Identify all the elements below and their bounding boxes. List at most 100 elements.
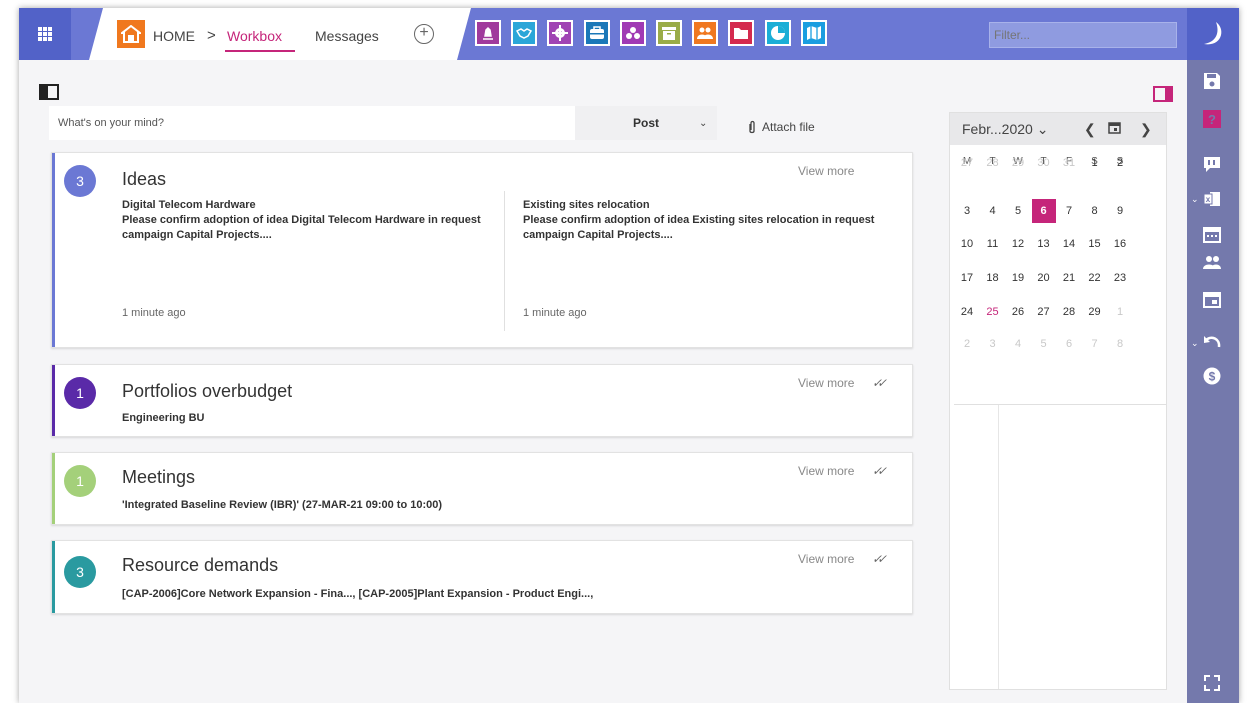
calendar-grid-icon[interactable]: [1201, 223, 1223, 245]
calendar-day[interactable]: 7: [1057, 199, 1081, 223]
home-link[interactable]: HOME: [153, 28, 195, 44]
calendar-day[interactable]: 8: [1108, 332, 1132, 356]
calendar-day[interactable]: 8: [1083, 199, 1107, 223]
excel-icon[interactable]: x: [1201, 188, 1223, 210]
calendar-day[interactable]: 3: [981, 332, 1005, 356]
calendar-day[interactable]: 6: [1057, 332, 1081, 356]
calendar-day[interactable]: 24: [955, 300, 979, 324]
calendar-day[interactable]: 16: [1108, 232, 1132, 256]
mark-read-icon[interactable]: ✓✓: [872, 464, 887, 478]
calendar-day[interactable]: 3: [955, 199, 979, 223]
pie-chart-icon[interactable]: [764, 20, 791, 46]
strategy-icon[interactable]: [475, 20, 501, 46]
calendar-day[interactable]: 17: [955, 266, 979, 290]
calendar-day[interactable]: 14: [1057, 232, 1081, 256]
view-more-link[interactable]: View more: [798, 376, 854, 390]
add-tab-button[interactable]: +: [414, 24, 434, 44]
calendar-day[interactable]: 20: [1032, 266, 1056, 290]
comments-icon[interactable]: [1201, 153, 1223, 175]
calendar-day[interactable]: 31: [1057, 151, 1081, 175]
calendar-day[interactable]: 28: [1057, 300, 1081, 324]
help-icon[interactable]: ?: [1201, 108, 1223, 130]
calendar-day[interactable]: 15: [1083, 232, 1107, 256]
calendar-day[interactable]: 6: [1031, 199, 1056, 223]
attach-file-button[interactable]: Attach file: [747, 120, 815, 134]
calendar-day[interactable]: 2: [955, 332, 979, 356]
prev-month-button[interactable]: ❮: [1084, 121, 1096, 138]
post-bar: Post ⌄: [49, 106, 717, 140]
calendar-day[interactable]: 11: [981, 232, 1005, 256]
briefcase-icon[interactable]: [583, 20, 610, 46]
tab-workbox[interactable]: Workbox: [227, 28, 282, 44]
calendar-day[interactable]: 9: [1108, 199, 1132, 223]
count-badge: 1: [64, 465, 96, 497]
view-more-link[interactable]: View more: [798, 552, 854, 566]
card-detail[interactable]: [CAP-2006]Core Network Expansion - Fina.…: [122, 588, 593, 600]
card-detail[interactable]: 'Integrated Baseline Review (IBR)' (27-M…: [122, 499, 442, 511]
folder-icon[interactable]: [728, 20, 755, 46]
idea-item[interactable]: Digital Telecom Hardware Please confirm …: [122, 198, 482, 243]
settings-icon[interactable]: [547, 20, 574, 46]
calendar-day[interactable]: 27: [955, 151, 979, 175]
calendar-day[interactable]: 22: [1083, 266, 1107, 290]
undo-icon[interactable]: [1201, 332, 1223, 354]
calendar-day[interactable]: 1: [1108, 300, 1132, 324]
calendar-day[interactable]: 1: [1083, 151, 1107, 175]
filter-input[interactable]: [989, 22, 1177, 48]
logo-icon[interactable]: [1187, 8, 1239, 60]
card-detail[interactable]: Engineering BU: [122, 412, 205, 424]
calendar-day[interactable]: 25: [981, 300, 1005, 324]
fullscreen-icon[interactable]: [1201, 672, 1223, 694]
tab-messages[interactable]: Messages: [315, 28, 379, 44]
chevron-down-icon[interactable]: ⌄: [699, 118, 707, 129]
handshake-icon[interactable]: [511, 20, 538, 46]
calendar-day[interactable]: 30: [1032, 151, 1056, 175]
toggle-right-panel-icon[interactable]: [1153, 86, 1173, 102]
calendar-day[interactable]: 27: [1032, 300, 1056, 324]
next-month-button[interactable]: ❯: [1140, 121, 1152, 138]
mark-read-icon[interactable]: ✓✓: [872, 376, 887, 390]
post-input[interactable]: [49, 106, 575, 140]
idea-item[interactable]: Existing sites relocation Please confirm…: [523, 198, 883, 243]
mark-read-icon[interactable]: ✓✓: [872, 552, 887, 566]
calendar-day[interactable]: 18: [981, 266, 1005, 290]
save-icon[interactable]: [1201, 70, 1223, 92]
meetings-card: 1 Meetings View more ✓✓ 'Integrated Base…: [51, 452, 913, 525]
calendar-day[interactable]: 19: [1006, 266, 1030, 290]
breadcrumb-separator: >: [207, 27, 216, 44]
calendar-day[interactable]: 12: [1006, 232, 1030, 256]
calendar-day[interactable]: 7: [1083, 332, 1107, 356]
calendar-day[interactable]: 29: [1083, 300, 1107, 324]
calendar-day[interactable]: 4: [1006, 332, 1030, 356]
calendar-day[interactable]: 10: [955, 232, 979, 256]
team-icon[interactable]: [692, 20, 719, 46]
apps-grid-icon: [38, 27, 52, 41]
calendar-day[interactable]: 13: [1032, 232, 1056, 256]
users-icon[interactable]: [1201, 252, 1223, 274]
map-icon[interactable]: [800, 20, 827, 46]
today-button[interactable]: [1108, 121, 1121, 137]
calendar-day[interactable]: 21: [1057, 266, 1081, 290]
calendar-month-select[interactable]: Febr...2020 ⌄: [962, 121, 1048, 138]
view-more-link[interactable]: View more: [798, 464, 854, 478]
calendar-day[interactable]: 28: [981, 151, 1005, 175]
home-icon[interactable]: [117, 20, 145, 48]
calendar-day[interactable]: 23: [1108, 266, 1132, 290]
post-button[interactable]: Post ⌄: [575, 106, 717, 140]
calendar-day[interactable]: 26: [1006, 300, 1030, 324]
calendar-day[interactable]: 2: [1108, 151, 1132, 175]
view-more-link[interactable]: View more: [798, 164, 854, 178]
apps-grid-button[interactable]: [19, 8, 71, 60]
toggle-left-panel-icon[interactable]: [39, 84, 59, 100]
calendar-day[interactable]: 29: [1006, 151, 1030, 175]
chevron-down-icon[interactable]: ⌄: [1191, 194, 1199, 205]
calendar-day[interactable]: 4: [981, 199, 1005, 223]
calendar-icon[interactable]: [1201, 288, 1223, 310]
dollar-icon[interactable]: $: [1201, 365, 1223, 387]
chevron-down-icon[interactable]: ⌄: [1191, 338, 1199, 349]
archive-icon[interactable]: [656, 20, 682, 46]
resources-icon[interactable]: [619, 20, 646, 46]
card-title: Portfolios overbudget: [122, 381, 293, 401]
calendar-day[interactable]: 5: [1006, 199, 1030, 223]
calendar-day[interactable]: 5: [1032, 332, 1056, 356]
